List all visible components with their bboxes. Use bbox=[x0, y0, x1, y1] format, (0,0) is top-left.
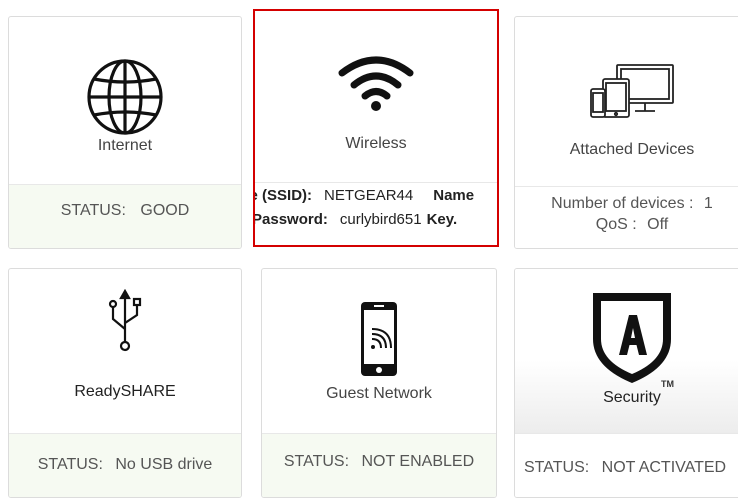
attached-devices-title: Attached Devices bbox=[569, 141, 695, 158]
internet-tile[interactable]: Internet STATUS: GOOD bbox=[8, 16, 242, 249]
attached-devices-status: Number of devices : 1 QoS : Off bbox=[515, 186, 738, 248]
devices-icon bbox=[515, 61, 738, 123]
qos-row: QoS : Off bbox=[515, 214, 738, 235]
password-value: curlybird651 bbox=[339, 211, 422, 228]
internet-title: Internet bbox=[97, 137, 153, 154]
status-label: STATUS: bbox=[60, 202, 126, 219]
readyshare-status: STATUS: No USB drive bbox=[9, 433, 241, 497]
status-value: No USB drive bbox=[115, 456, 213, 473]
security-status: STATUS: NOT ACTIVATED bbox=[515, 433, 738, 497]
qos-value: Off bbox=[647, 216, 669, 233]
guest-network-status: STATUS: NOT ENABLED bbox=[262, 433, 496, 497]
guest-network-title: Guest Network bbox=[326, 385, 432, 402]
password-label-secondary: Key. bbox=[426, 211, 458, 228]
readyshare-title: ReadySHARE bbox=[74, 383, 176, 400]
readyshare-tile[interactable]: ReadySHARE STATUS: No USB drive bbox=[8, 268, 242, 498]
globe-icon bbox=[9, 57, 241, 137]
devices-count-row: Number of devices : 1 bbox=[515, 193, 738, 214]
password-label: Password: bbox=[255, 211, 328, 228]
qos-label: QoS : bbox=[595, 216, 637, 233]
status-label: STATUS: bbox=[37, 456, 103, 473]
wireless-title: Wireless bbox=[345, 135, 407, 152]
status-value: NOT ENABLED bbox=[361, 453, 475, 470]
ssid-value: NETGEAR44 bbox=[324, 187, 414, 204]
password-row: Password: curlybird651 Key. bbox=[255, 211, 457, 228]
security-tile[interactable]: TM Security STATUS: NOT ACTIVATED bbox=[514, 268, 738, 498]
attached-devices-tile[interactable]: Attached Devices Number of devices : 1 Q… bbox=[514, 16, 738, 249]
devices-label: Number of devices : bbox=[551, 195, 694, 212]
security-shield-icon bbox=[515, 289, 738, 387]
status-value: GOOD bbox=[140, 202, 190, 219]
guest-network-tile[interactable]: Guest Network STATUS: NOT ENABLED bbox=[261, 268, 497, 498]
ssid-label: Name (SSID): bbox=[255, 187, 313, 204]
status-value: NOT ACTIVATED bbox=[601, 459, 727, 476]
internet-status: STATUS: GOOD bbox=[9, 184, 241, 248]
trademark-mark: TM bbox=[661, 379, 674, 389]
wireless-info-panel: Name (SSID): NETGEAR44 Name Password: curly… bbox=[255, 182, 497, 245]
security-title: Security bbox=[603, 389, 661, 406]
status-label: STATUS: bbox=[524, 459, 590, 476]
ssid-label-secondary: Name bbox=[433, 187, 475, 204]
ssid-row: Name (SSID): NETGEAR44 Name bbox=[255, 187, 474, 204]
devices-value: 1 bbox=[703, 195, 713, 212]
status-label: STATUS: bbox=[283, 453, 350, 470]
usb-icon bbox=[9, 289, 241, 353]
mobile-wifi-icon bbox=[262, 301, 496, 377]
wifi-icon bbox=[255, 53, 497, 113]
wireless-tile[interactable]: Wireless Name (SSID): NETGEAR44 Name Passw… bbox=[253, 9, 499, 247]
